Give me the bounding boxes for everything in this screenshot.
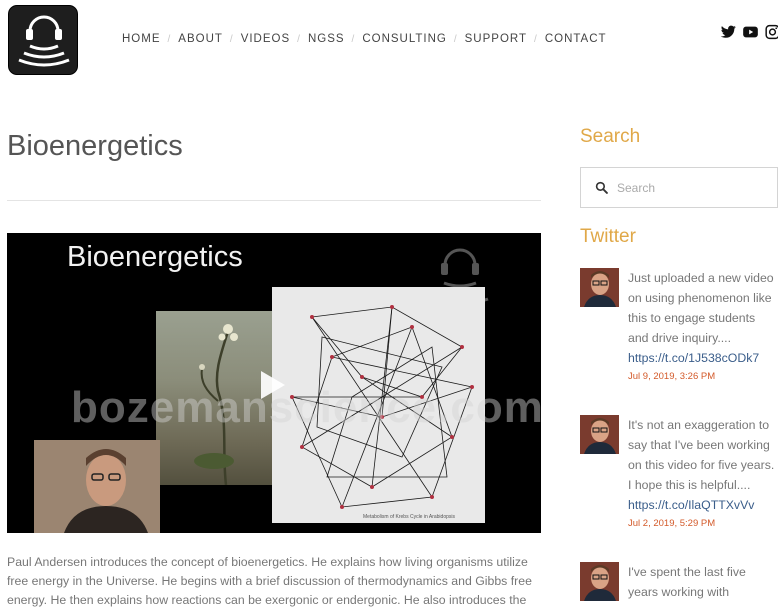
nav-separator: / — [229, 33, 234, 45]
search-input[interactable] — [615, 179, 769, 196]
post-description: Paul Andersen introduces the concept of … — [7, 555, 532, 607]
nav-about[interactable]: ABOUT — [178, 33, 223, 45]
title-divider — [7, 200, 541, 201]
video-title: Bioenergetics — [67, 241, 243, 273]
tweet-link[interactable]: https://t.co/1J538cODk7 — [628, 348, 778, 368]
tweet-date[interactable]: Jul 9, 2019, 3:26 PM — [628, 371, 778, 382]
tweet-text: It's not an exaggeration to say that I'v… — [628, 418, 775, 492]
search-box — [580, 167, 778, 208]
nav-home[interactable]: HOME — [122, 33, 161, 45]
search-heading: Search — [580, 126, 641, 147]
nav-separator: / — [534, 33, 538, 45]
main-nav: HOME / ABOUT / VIDEOS / NGSS / CONSULTIN… — [122, 33, 607, 45]
nav-separator: / — [453, 33, 458, 45]
tweet-date[interactable]: Jul 2, 2019, 5:29 PM — [628, 518, 778, 529]
nav-videos[interactable]: VIDEOS — [241, 33, 290, 45]
nav-support[interactable]: SUPPORT — [465, 33, 527, 45]
twitter-heading: Twitter — [580, 226, 636, 247]
avatar[interactable] — [580, 415, 619, 454]
instagram-icon[interactable] — [764, 24, 778, 40]
tweet-text: I've spent the last five years working w… — [628, 565, 746, 599]
play-icon[interactable] — [261, 371, 285, 399]
nav-separator: / — [297, 33, 301, 45]
site-logo[interactable] — [8, 5, 78, 75]
youtube-icon[interactable] — [742, 24, 759, 40]
nav-consulting[interactable]: CONSULTING — [362, 33, 447, 45]
presenter-thumbnail — [34, 440, 160, 533]
social-links — [720, 24, 778, 40]
nav-contact[interactable]: CONTACT — [545, 33, 607, 45]
nav-ngss[interactable]: NGSS — [308, 33, 345, 45]
nav-separator: / — [351, 33, 356, 45]
page-title: Bioenergetics — [7, 130, 183, 162]
avatar[interactable] — [580, 562, 619, 601]
tweet-link[interactable]: https://t.co/IlaQTTXvVv — [628, 495, 778, 515]
search-icon — [595, 181, 608, 194]
nav-separator: / — [167, 33, 172, 45]
twitter-icon[interactable] — [720, 24, 737, 40]
video-watermark: bozemanscience.com — [71, 383, 541, 432]
headphones-logo-icon — [18, 15, 70, 67]
video-player[interactable]: Bioenergetics bozemanscience.com Metabol… — [7, 233, 541, 533]
avatar[interactable] — [580, 268, 619, 307]
video-figure-caption: Metabolism of Krebs Cycle in Arabidopsis — [363, 514, 455, 520]
tweet-text: Just uploaded a new video on using pheno… — [628, 271, 774, 345]
